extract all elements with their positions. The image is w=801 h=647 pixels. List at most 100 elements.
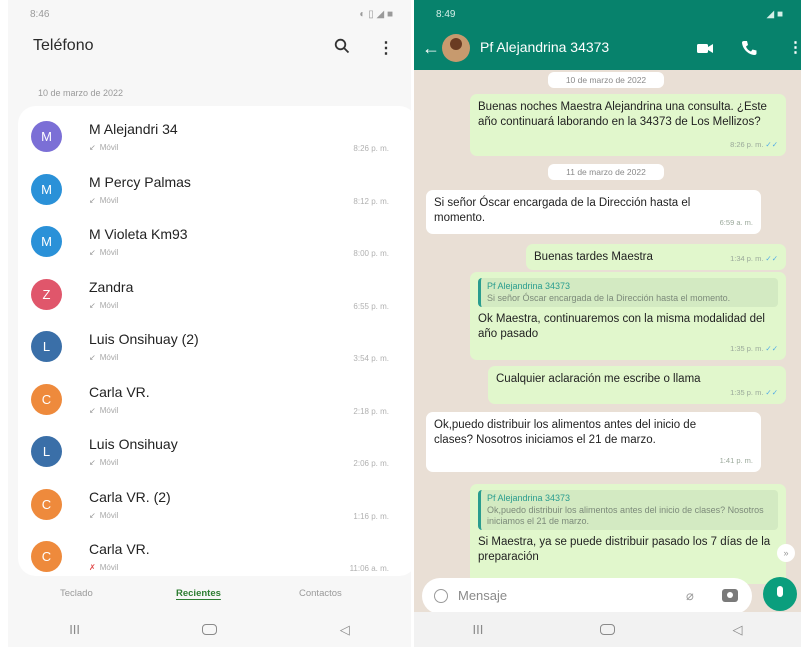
call-type: ↙ Móvil — [89, 248, 118, 257]
screenshot-collage: 8:46 ◐ ▯ ◢ ■ Teléfono ⋮ 10 de marzo de 2… — [0, 0, 801, 647]
call-time: 8:26 p. m. — [353, 144, 389, 153]
tab-contactos[interactable]: Contactos — [299, 588, 342, 599]
status-icons: ◢ ■ — [766, 9, 783, 20]
contact-avatar[interactable]: L — [31, 331, 62, 362]
message-text: Ok,puedo distribuir los alimentos antes … — [434, 419, 697, 446]
contact-name: M Alejandri 34 — [89, 121, 178, 137]
message-incoming[interactable]: Si señor Óscar encargada de la Dirección… — [426, 190, 761, 234]
call-time: 8:00 p. m. — [353, 249, 389, 258]
call-icon: ↙ — [89, 248, 96, 257]
tab-teclado[interactable]: Teclado — [60, 588, 93, 599]
status-time: 8:46 — [30, 9, 50, 20]
camera-icon[interactable] — [722, 589, 738, 602]
call-log-row[interactable]: C Carla VR. (2) ↙ Móvil 1:16 p. m. — [18, 480, 411, 532]
message-meta: 1:34 p. m. ✓✓ — [730, 251, 778, 266]
search-icon[interactable] — [334, 38, 350, 54]
recent-apps-button[interactable]: III — [473, 622, 484, 637]
contact-avatar[interactable] — [442, 34, 470, 62]
quoted-text: Ok,puedo distribuir los alimentos antes … — [487, 505, 764, 526]
message-time: 1:34 p. m. — [730, 254, 764, 263]
read-receipt-icon: ✓✓ — [765, 344, 778, 353]
contact-avatar[interactable]: C — [31, 541, 62, 572]
contact-avatar[interactable]: M — [31, 173, 62, 205]
call-type-label: Móvil — [99, 248, 119, 257]
scroll-down-icon[interactable]: » — [777, 544, 795, 562]
recent-calls-list: MM Alejandri 34 ↙ Móvil 8:26 p. m. M M Percy … — [18, 106, 411, 576]
call-log-row[interactable]: M M Percy Palmas ↙ Móvil 8:12 p. m. — [18, 165, 411, 217]
bottom-tabs: Teclado Recientes Contactos — [8, 582, 411, 606]
call-log-row[interactable]: L Luis Onsihuay ↙ Móvil 2:06 p. m. — [18, 427, 411, 479]
contact-name[interactable]: Pf Alejandrina 34373 — [480, 39, 609, 55]
contact-avatar[interactable]: Z — [31, 278, 62, 310]
quoted-text: Si señor Óscar encargada de la Dirección… — [487, 293, 731, 303]
call-log-row[interactable]: M M Alejandri 34 ↙ Móvil 8:26 p. m. — [18, 112, 411, 164]
more-options-icon[interactable]: ⋮ — [788, 38, 801, 56]
back-arrow-icon[interactable]: ← — [422, 38, 440, 59]
message-outgoing[interactable]: Pf Alejandrina 34373 Ok,puedo distribuir… — [470, 484, 786, 584]
status-icons: ◐ ▯ ◢ ■ — [359, 9, 393, 20]
contact-name: Carla VR. (2) — [89, 488, 171, 505]
quoted-message[interactable]: Pf Alejandrina 34373 Si señor Óscar enca… — [478, 278, 778, 307]
contact-avatar[interactable]: M — [31, 121, 62, 152]
back-button[interactable]: ◁ — [340, 622, 350, 638]
call-type-label: Móvil — [99, 405, 119, 415]
call-icon: ↙ — [89, 143, 96, 152]
message-time: 8:26 p. m. — [730, 140, 764, 149]
call-type-label: Móvil — [99, 195, 119, 205]
status-bar: 8:46 ◐ ▯ ◢ ■ — [8, 0, 411, 28]
contact-avatar[interactable]: M — [31, 226, 62, 257]
call-type-label: Móvil — [99, 353, 119, 362]
contact-name: M Percy Palmas — [89, 173, 191, 190]
tab-recientes[interactable]: Recientes — [176, 588, 221, 599]
message-outgoing[interactable]: Cualquier aclaración me escribe o llama … — [488, 366, 786, 404]
call-type: ✗ Móvil — [89, 563, 118, 572]
call-log-row[interactable]: M M Violeta Km93 ↙ Móvil 8:00 p. m. — [18, 217, 411, 269]
call-type: ↙ Móvil — [89, 143, 118, 152]
call-type-label: Móvil — [99, 300, 119, 310]
emoji-icon[interactable] — [434, 589, 448, 603]
contact-avatar[interactable]: C — [31, 383, 62, 415]
back-button[interactable]: ◁ — [732, 622, 742, 638]
message-outgoing[interactable]: Pf Alejandrina 34373 Si señor Óscar enca… — [470, 272, 786, 360]
status-time: 8:49 — [436, 9, 456, 20]
system-nav-bar: III ◁ — [414, 612, 801, 647]
message-input[interactable]: Mensaje — [458, 588, 507, 603]
message-incoming[interactable]: Ok,puedo distribuir los alimentos antes … — [426, 412, 761, 472]
chat-header: ← Pf Alejandrina 34373 ⋮ — [414, 28, 801, 70]
home-button[interactable] — [202, 624, 218, 635]
call-icon: ↙ — [89, 405, 96, 415]
call-type: ↙ Móvil — [89, 458, 118, 467]
video-call-icon[interactable] — [696, 39, 714, 57]
call-log-row[interactable]: C Carla VR. ✗ Móvil 11:06 a. m. — [18, 532, 411, 576]
call-log-row[interactable]: L Luis Onsihuay (2) ↙ Móvil 3:54 p. m. — [18, 322, 411, 374]
call-log-row[interactable]: Z Zandra ↙ Móvil 6:55 p. m. — [18, 270, 411, 322]
attach-icon[interactable]: ⌀ — [686, 588, 694, 604]
recent-apps-button[interactable]: III — [69, 622, 80, 637]
message-time: 1:41 p. m. — [719, 456, 753, 465]
call-log-row[interactable]: C Carla VR. ↙ Móvil 2:18 p. m. — [18, 375, 411, 427]
contact-avatar[interactable]: C — [31, 488, 62, 520]
message-outgoing[interactable]: Buenas tardes Maestra 1:34 p. m. ✓✓ — [526, 244, 786, 270]
voice-call-icon[interactable] — [740, 39, 758, 57]
system-nav-bar: III ◁ — [8, 612, 411, 647]
message-composer: Mensaje ⌀ — [422, 578, 752, 614]
contact-avatar[interactable]: L — [31, 436, 62, 467]
message-text: Buenas noches Maestra Alejandrina una co… — [478, 101, 767, 128]
contact-name: M Violeta Km93 — [89, 226, 188, 242]
call-time: 2:06 p. m. — [353, 459, 389, 468]
call-icon: ↙ — [89, 458, 96, 467]
home-button[interactable] — [600, 624, 616, 635]
contact-name: Carla VR. — [89, 541, 150, 557]
quoted-message[interactable]: Pf Alejandrina 34373 Ok,puedo distribuir… — [478, 490, 778, 530]
message-outgoing[interactable]: Buenas noches Maestra Alejandrina una co… — [470, 94, 786, 156]
call-time: 1:16 p. m. — [353, 511, 389, 521]
call-icon: ↙ — [89, 300, 96, 310]
message-meta: 1:35 p. m. ✓✓ — [730, 385, 778, 400]
mic-button[interactable] — [763, 577, 797, 611]
more-options-icon[interactable]: ⋮ — [378, 38, 394, 58]
message-meta: 6:59 a. m. — [720, 215, 753, 230]
call-type-label: Móvil — [99, 143, 119, 152]
message-text: Si señor Óscar encargada de la Dirección… — [434, 197, 691, 224]
quoted-author: Pf Alejandrina 34373 — [487, 281, 571, 291]
call-type-label: Móvil — [99, 458, 119, 467]
